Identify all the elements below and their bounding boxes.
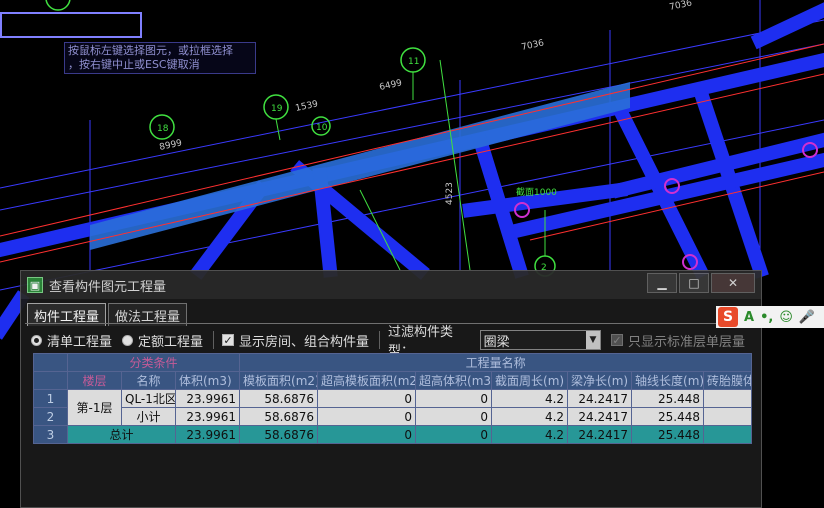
- checkbox-label: 显示房间、组合构件量: [239, 334, 370, 350]
- ime-mic-icon[interactable]: 🎤: [799, 310, 815, 325]
- value-cell[interactable]: 0: [415, 425, 493, 444]
- filter-value: 圈梁: [483, 334, 510, 350]
- value-cell[interactable]: 0: [317, 407, 417, 426]
- dialog-title: 查看构件图元工程量: [49, 279, 167, 295]
- value-cell[interactable]: 58.6876: [239, 425, 319, 444]
- value-cell[interactable]: 25.448: [631, 389, 705, 408]
- value-cell[interactable]: 0: [317, 425, 417, 444]
- checkbox-label: 只显示标准层单层量: [628, 334, 746, 350]
- radio-unselected-icon[interactable]: [122, 334, 134, 346]
- corner-cell: [33, 353, 68, 372]
- callout-text: 截面1000: [516, 186, 557, 198]
- value-cell[interactable]: [703, 425, 753, 444]
- ime-logo-icon[interactable]: S: [718, 307, 738, 327]
- dimension-text: 7036: [669, 0, 694, 13]
- value-cell[interactable]: 25.448: [631, 425, 705, 444]
- ime-toolbar[interactable]: S A •, ☺ 🎤: [716, 306, 824, 328]
- show-rooms-checkbox[interactable]: ✓ 显示房间、组合构件量: [222, 331, 369, 350]
- value-cell[interactable]: 0: [317, 389, 417, 408]
- quantity-dialog: ▣ 查看构件图元工程量 ▁ □ ✕ 构件工程量 做法工程量 清单工程量 定额工程…: [20, 270, 762, 508]
- row-number: 2: [33, 407, 68, 426]
- row-number: 3: [33, 425, 68, 444]
- value-cell[interactable]: 58.6876: [239, 389, 319, 408]
- separator: [379, 331, 380, 349]
- column-header[interactable]: 截面周长(m): [491, 371, 569, 390]
- filter-type-select[interactable]: 圈梁 ▼: [479, 330, 601, 350]
- radio-label: 定额工程量: [138, 334, 204, 350]
- ime-emoji-icon[interactable]: ☺: [779, 310, 793, 325]
- table-row[interactable]: 2 小计 23.9961 58.6876 0 0 4.2 24.2417 25.…: [33, 407, 753, 426]
- dimension-text: 7036: [521, 38, 546, 53]
- quantity-table: 分类条件 工程量名称 楼层 名称 体积(m3) 模板面积(m2) 超高模板面积(…: [33, 353, 753, 444]
- value-cell[interactable]: 23.9961: [174, 389, 241, 408]
- table-row[interactable]: 1 第-1层 QL-1北区 23.9961 58.6876 0 0 4.2 24…: [33, 389, 753, 426]
- dimension-text: 6499: [379, 78, 404, 93]
- corner-cell: [33, 371, 68, 390]
- maximize-button[interactable]: □: [679, 273, 709, 293]
- selection-box: [0, 12, 142, 38]
- total-label-cell[interactable]: 总计: [67, 425, 176, 444]
- axis-label: 19: [271, 104, 283, 114]
- dimension-text: 4523: [445, 182, 455, 205]
- axis-label: 18: [157, 124, 169, 134]
- toolbar: 清单工程量 定额工程量 ✓ 显示房间、组合构件量 过滤构件类型： 圈梁 ▼ ✓ …: [31, 325, 755, 359]
- value-cell[interactable]: 23.9961: [174, 425, 241, 444]
- name-cell[interactable]: QL-1北区: [121, 389, 176, 408]
- column-header[interactable]: 超高模板面积(m2): [317, 371, 417, 390]
- value-cell[interactable]: 4.2: [491, 425, 569, 444]
- app-icon: ▣: [27, 277, 43, 293]
- group-header-quantity: 工程量名称: [239, 353, 753, 372]
- value-cell[interactable]: 24.2417: [567, 425, 633, 444]
- axis-label: 11: [408, 57, 419, 67]
- value-cell[interactable]: 0: [415, 407, 493, 426]
- column-header[interactable]: 砖胎膜体: [703, 371, 753, 390]
- hint-line: 按鼠标左键选择图元，或拉框选择: [68, 44, 233, 57]
- hint-line: ，按右键中止或ESC键取消: [68, 58, 200, 71]
- column-header[interactable]: 轴线长度(m): [631, 371, 705, 390]
- std-floor-checkbox[interactable]: ✓ 只显示标准层单层量: [611, 331, 745, 350]
- value-cell[interactable]: 4.2: [491, 389, 569, 408]
- ime-lang-icon[interactable]: A: [744, 310, 754, 325]
- radio-quota-quantity[interactable]: 定额工程量: [122, 331, 203, 350]
- separator: [213, 331, 214, 349]
- command-hint: 按鼠标左键选择图元，或拉框选择 ，按右键中止或ESC键取消: [64, 42, 256, 74]
- checkbox-checked-icon[interactable]: ✓: [222, 334, 234, 346]
- value-cell[interactable]: 4.2: [491, 407, 569, 426]
- dropdown-arrow-icon[interactable]: ▼: [586, 331, 600, 349]
- radio-selected-icon[interactable]: [31, 334, 42, 346]
- dimension-text: 1539: [295, 99, 320, 114]
- minimize-button[interactable]: ▁: [647, 273, 677, 293]
- value-cell[interactable]: 23.9961: [174, 407, 241, 426]
- axis-label: 10: [316, 123, 328, 133]
- dimension-text: 8999: [159, 138, 184, 153]
- column-header[interactable]: 楼层: [67, 371, 122, 390]
- close-button[interactable]: ✕: [711, 273, 755, 293]
- value-cell[interactable]: [703, 407, 753, 426]
- ime-punct-icon[interactable]: •,: [760, 310, 773, 325]
- value-cell[interactable]: 24.2417: [567, 407, 633, 426]
- floor-cell[interactable]: 第-1层: [67, 389, 122, 426]
- value-cell[interactable]: 58.6876: [239, 407, 319, 426]
- dialog-titlebar[interactable]: ▣ 查看构件图元工程量 ▁ □ ✕: [21, 271, 761, 299]
- value-cell[interactable]: 24.2417: [567, 389, 633, 408]
- name-cell[interactable]: 小计: [121, 407, 176, 426]
- value-cell[interactable]: 0: [415, 389, 493, 408]
- checkbox-disabled-icon[interactable]: ✓: [611, 334, 623, 346]
- group-header-classify: 分类条件: [66, 353, 241, 372]
- value-cell[interactable]: 25.448: [631, 407, 705, 426]
- table-row[interactable]: 3 总计 23.9961 58.6876 0 0 4.2 24.2417 25.…: [33, 425, 753, 444]
- column-header[interactable]: 体积(m3): [174, 371, 241, 390]
- column-header[interactable]: 梁净长(m): [567, 371, 633, 390]
- radio-label: 清单工程量: [47, 334, 113, 350]
- radio-bill-quantity[interactable]: 清单工程量: [31, 331, 112, 350]
- row-number: 1: [33, 389, 68, 408]
- column-header[interactable]: 名称: [121, 371, 176, 390]
- column-header[interactable]: 模板面积(m2): [239, 371, 319, 390]
- column-header[interactable]: 超高体积(m3): [415, 371, 493, 390]
- value-cell[interactable]: [703, 389, 753, 408]
